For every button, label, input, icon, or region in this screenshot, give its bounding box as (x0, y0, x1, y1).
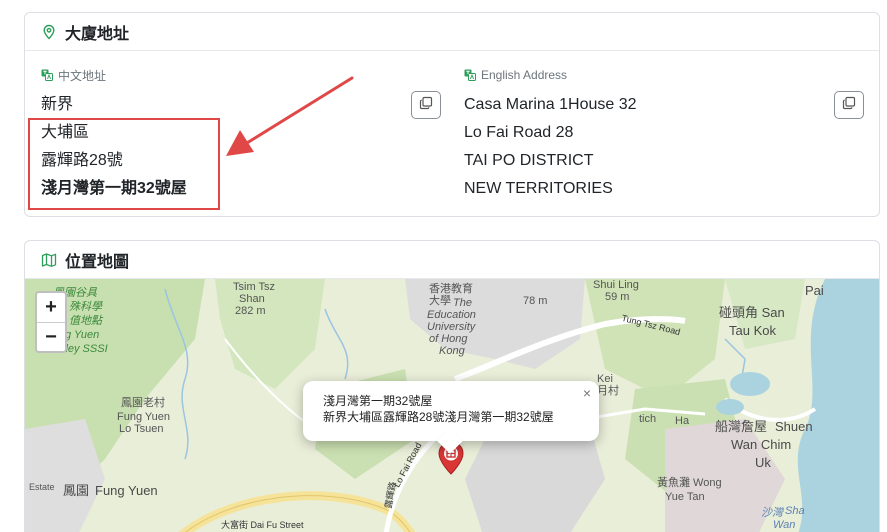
map-canvas[interactable]: 鳳園谷具 殊科學 值地點 g Yuen lley SSSI Tsim Tsz S… (25, 279, 879, 532)
map-label: 黃魚灘 Wong (657, 477, 722, 489)
popup-title: 淺月灣第一期32號屋 (323, 394, 433, 408)
popup-close-button[interactable]: × (583, 385, 591, 401)
map-label: 值地點 (69, 315, 102, 327)
map-label: Estate (29, 482, 55, 492)
location-pin-icon (41, 24, 57, 40)
map-label: Shuen (775, 419, 813, 434)
zoom-in-button[interactable]: + (37, 293, 65, 322)
popup-address: 新界大埔區露輝路28號淺月灣第一期32號屋 (323, 410, 554, 424)
map-label: Tsim Tsz (233, 281, 275, 293)
english-address-label: English Address (481, 68, 568, 82)
map-label: 78 m (523, 295, 548, 307)
map-label: 沙灣 (761, 507, 783, 519)
chinese-address-line: 淺月灣第一期32號屋 (41, 180, 187, 197)
map-label: Pai (805, 283, 824, 298)
address-card-header: 大廈地址 (25, 13, 879, 51)
map-label: Wan Chim (731, 437, 792, 452)
chinese-address-label: 中文地址 (58, 68, 107, 83)
map-label: Kei (597, 373, 613, 385)
map-icon (41, 252, 57, 268)
map-label: 碰頭角 San (719, 305, 785, 320)
copy-chinese-address-button[interactable] (411, 91, 441, 119)
map-label: 香港教育 (429, 283, 473, 295)
map-label: lley SSSI (63, 343, 108, 355)
chinese-address-line: 露輝路28號 (41, 152, 123, 169)
zoom-out-button[interactable]: − (37, 322, 65, 351)
map-label: g Yuen (65, 329, 100, 341)
map-label: Shui Ling (593, 279, 639, 291)
english-address-line: Lo Fai Road 28 (464, 124, 574, 141)
map-label: 船灣詹屋 (715, 419, 768, 434)
chinese-address-line: 新界 (41, 96, 74, 113)
map-label: Tau Kok (729, 323, 776, 338)
map-card-title: 位置地圖 (65, 253, 130, 271)
map-label: 殊科學 (69, 301, 102, 313)
map-label: Sha (785, 505, 805, 517)
map-label: 月村 (597, 385, 619, 397)
map-label: The (453, 297, 472, 309)
address-card: 大廈地址 中文地址 新界 大埔區 露輝路28號 淺月灣第一期32號屋 Engli… (24, 12, 880, 217)
map-label: 鳳園老村 (121, 397, 165, 409)
map-label: Lo Tsuen (119, 423, 164, 435)
english-address-line: Casa Marina 1House 32 (464, 96, 637, 113)
translate-icon (464, 69, 476, 81)
english-address-line: NEW TERRITORIES (464, 180, 613, 197)
map-label: tich (639, 413, 657, 425)
map-label: Fung Yuen (117, 411, 171, 423)
map-card-header: 位置地圖 (25, 241, 879, 279)
map-label: 大學 (429, 295, 451, 307)
map-label: Shan (239, 293, 265, 305)
map-popup: 淺月灣第一期32號屋 新界大埔區露輝路28號淺月灣第一期32號屋 × (303, 381, 599, 454)
map-label: Education (427, 309, 476, 321)
copy-icon (419, 96, 433, 115)
map-card: 位置地圖 鳳園谷具 殊科學 值地點 g Yuen lley SSSI Tsim … (24, 240, 880, 532)
map-label: of Hong (429, 333, 468, 345)
map-label: 59 m (605, 291, 630, 303)
copy-english-address-button[interactable] (834, 91, 864, 119)
map-label: Wan (773, 519, 796, 531)
chinese-address-section: 中文地址 新界 大埔區 露輝路28號 淺月灣第一期32號屋 (41, 65, 441, 203)
map-label: Ha (675, 415, 690, 427)
chinese-address-line: 大埔區 (41, 124, 90, 141)
map-label: 282 m (235, 305, 266, 317)
english-address-line: TAI PO DISTRICT (464, 152, 594, 169)
map-label: 大富街 Dai Fu Street (221, 520, 304, 530)
zoom-control: + − (35, 291, 67, 353)
map-label: Uk (755, 455, 771, 470)
map-label: Yue Tan (665, 491, 705, 503)
copy-icon (842, 96, 856, 115)
map-label: Fung Yuen (95, 483, 158, 498)
english-address-section: English Address Casa Marina 1House 32 Lo… (464, 65, 868, 203)
map-label: University (427, 321, 476, 333)
map-label: 鳳園 (63, 483, 90, 498)
map-label: Kong (439, 345, 465, 357)
address-card-title: 大廈地址 (65, 25, 130, 43)
translate-icon (41, 69, 53, 81)
